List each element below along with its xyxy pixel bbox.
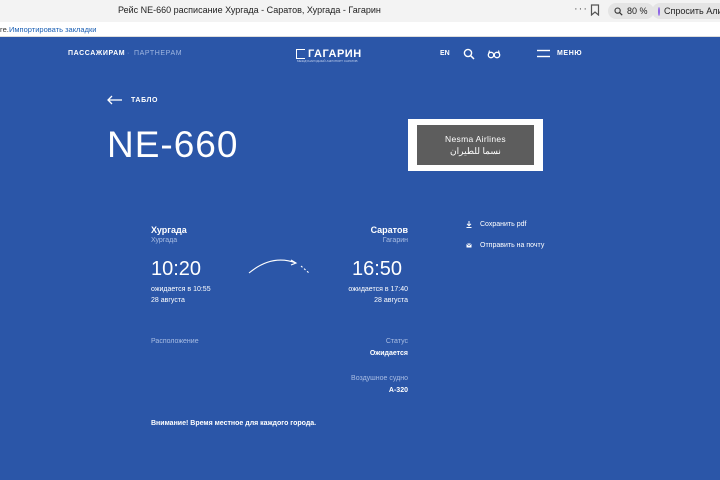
ask-alice-label: Спросить Алису — [664, 6, 720, 16]
send-mail-label: Отправить на почту — [480, 242, 545, 249]
arrival-airport: Гагарин — [382, 237, 408, 244]
nav-separator: · — [127, 50, 130, 57]
ask-alice-button[interactable]: Спросить Алису — [652, 3, 720, 19]
airline-logo: Nesma Airlines نسما للطيران — [417, 125, 534, 165]
departure-city: Хургада — [151, 225, 187, 235]
download-icon — [466, 221, 472, 228]
mail-icon — [466, 243, 472, 248]
airline-logo-box: Nesma Airlines نسما للطيران — [408, 119, 543, 171]
menu-button[interactable]: МЕНЮ — [557, 50, 582, 57]
aircraft-label: Воздушное судно — [351, 375, 408, 382]
departure-airport: Хургада — [151, 237, 178, 244]
bookmarks-bar: ге. Импортировать закладки — [0, 22, 720, 37]
airline-name-ar: نسما للطيران — [450, 145, 501, 156]
search-icon[interactable] — [463, 48, 475, 60]
zoom-icon — [614, 6, 623, 16]
back-arrow-icon[interactable] — [107, 95, 123, 105]
arrival-expected: ожидается в 17:40 — [348, 286, 408, 293]
zoom-button[interactable]: 80 % — [608, 3, 654, 19]
departure-date: 28 августа — [151, 297, 185, 304]
import-bookmarks-link[interactable]: Импортировать закладки — [9, 25, 96, 34]
local-time-notice: Внимание! Время местное для каждого горо… — [151, 420, 317, 427]
send-mail-button[interactable]: Отправить на почту — [466, 242, 544, 249]
save-pdf-label: Сохранить pdf — [480, 221, 527, 228]
arrival-date: 28 августа — [374, 297, 408, 304]
logo-mark-icon — [296, 49, 305, 59]
bookmarks-prefix: ге. — [0, 25, 9, 34]
save-pdf-button[interactable]: Сохранить pdf — [466, 221, 526, 228]
menu-icon[interactable] — [537, 49, 550, 58]
language-switch[interactable]: EN — [440, 50, 450, 57]
departure-time: 10:20 — [151, 258, 202, 280]
accessibility-glasses-icon[interactable] — [487, 48, 501, 60]
zoom-level: 80 % — [627, 6, 648, 16]
airline-name-en: Nesma Airlines — [445, 133, 506, 144]
browser-toolbar: Рейс NE-660 расписание Хургада - Саратов… — [0, 0, 720, 22]
status-label: Статус — [385, 338, 408, 345]
tab-title: Рейс NE-660 расписание Хургада - Саратов… — [118, 5, 381, 15]
more-dots-icon[interactable]: ··· — [574, 3, 588, 15]
nav-passengers[interactable]: ПАССАЖИРАМ — [68, 50, 125, 57]
logo-subtitle: МЕЖДУНАРОДНЫЙ АЭРОПОРТ САРАТОВ — [297, 59, 358, 63]
departure-expected: ожидается в 10:55 — [151, 286, 211, 293]
bookmark-icon[interactable] — [590, 4, 600, 16]
status-value: Ожидается — [369, 350, 408, 357]
arrival-time: 16:50 — [352, 258, 403, 280]
arrival-city: Саратов — [370, 225, 408, 235]
route-arrow-icon — [248, 259, 310, 274]
nav-partners[interactable]: ПАРТНЕРАМ — [134, 50, 182, 57]
aircraft-value: A-320 — [388, 387, 408, 394]
location-label: Расположение — [151, 338, 199, 345]
back-to-board-link[interactable]: ТАБЛО — [131, 97, 158, 104]
alice-icon — [658, 6, 660, 16]
flight-number: NE-660 — [107, 124, 239, 165]
